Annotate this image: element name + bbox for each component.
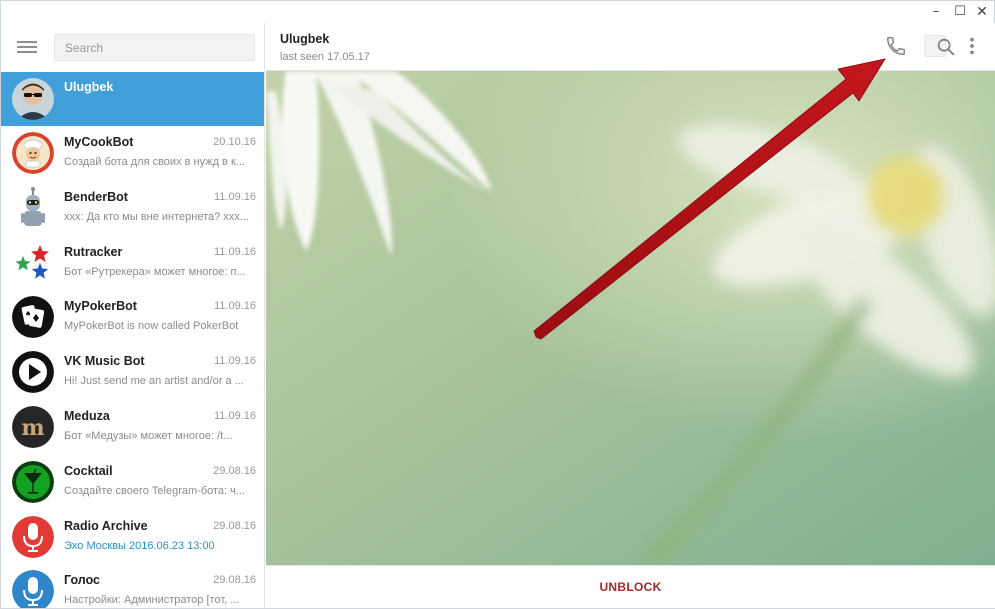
peer-status: last seen 17.05.17 — [280, 51, 370, 63]
unblock-button[interactable]: UNBLOCK — [599, 580, 661, 594]
chat-item-benderbot[interactable]: BenderBot 11.09.16 xxx: Да кто мы вне ин… — [1, 181, 264, 236]
microphone-blue-avatar — [12, 570, 54, 608]
chat-name: Cocktail — [64, 463, 113, 478]
chat-item-golos[interactable]: Голос 29.08.16 Настройки: Администратор … — [1, 564, 264, 608]
chat-preview: xxx: Да кто мы вне интернета? xxx... — [64, 210, 249, 223]
window-title-bar: – ☐ ✕ — [1, 1, 994, 23]
search-input[interactable] — [54, 34, 255, 61]
chat-date: 11.09.16 — [213, 409, 256, 422]
play-button-avatar — [12, 351, 54, 394]
maximize-button[interactable]: ☐ — [951, 3, 969, 21]
chat-preview: MyPokerBot is now called PokerBot — [64, 320, 239, 333]
chat-name: BenderBot — [64, 189, 128, 204]
chat-preview: Создай бота для своих в нужд в к... — [64, 156, 245, 168]
chat-date: 11.09.16 — [213, 300, 256, 313]
chat-item-mycookbot[interactable]: MyCookBot 20.10.16 Создай бота для своих… — [1, 126, 264, 181]
chat-header: Ulugbek last seen 17.05.17 — [266, 23, 995, 71]
chat-wallpaper — [266, 71, 995, 565]
chat-date: 20.10.16 — [213, 136, 256, 148]
chat-name: MyCookBot — [64, 135, 134, 149]
peer-name[interactable]: Ulugbek — [280, 32, 329, 46]
cook-bot-avatar — [12, 132, 54, 174]
chat-list: Ulugbek MyCookBot 20.10.16 Создай бота д… — [1, 72, 264, 608]
poker-cards-avatar: ♠ — [12, 296, 54, 339]
user-photo-avatar — [12, 78, 54, 120]
search-icon[interactable] — [924, 35, 955, 57]
cocktail-glass-avatar — [12, 460, 54, 503]
hamburger-menu-icon[interactable] — [17, 40, 37, 54]
daisy-wallpaper-image — [266, 71, 995, 565]
chat-preview: Эхо Москвы 2016.06.23 13:00 — [64, 539, 215, 552]
chat-preview: Настройки: Администратор [тот, ... — [64, 594, 240, 607]
minimize-button[interactable]: – — [927, 3, 945, 21]
chat-item-ulugbek[interactable]: Ulugbek — [1, 72, 264, 126]
phone-call-icon[interactable] — [885, 35, 907, 57]
chat-name: Meduza — [64, 408, 110, 423]
chat-date: 29.08.16 — [213, 464, 256, 477]
meduza-m-avatar: m — [12, 405, 54, 448]
more-vertical-icon[interactable] — [961, 35, 983, 57]
bender-robot-avatar — [12, 186, 54, 229]
chat-date: 11.09.16 — [213, 245, 256, 258]
chat-date: 29.08.16 — [213, 519, 256, 532]
chat-preview: Создайте своего Telegram-бота: ч... — [64, 484, 246, 497]
chat-preview: Бот «Медузы» может многое: /t... — [64, 429, 233, 442]
chat-name: VK Music Bot — [64, 354, 145, 369]
rutracker-stars-avatar — [12, 241, 54, 284]
chat-item-radio-archive[interactable]: Radio Archive 29.08.16 Эхо Москвы 2016.0… — [1, 510, 264, 565]
chat-date: 29.08.16 — [213, 574, 256, 587]
close-window-button[interactable]: ✕ — [973, 3, 991, 21]
sidebar: Ulugbek MyCookBot 20.10.16 — [1, 23, 265, 608]
chat-item-meduza[interactable]: m Meduza 11.09.16 Бот «Медузы» может мно… — [1, 400, 264, 455]
chat-item-cocktail[interactable]: Cocktail 29.08.16 Создайте своего Telegr… — [1, 455, 264, 510]
chat-item-vk-music-bot[interactable]: VK Music Bot 11.09.16 Hi! Just send me a… — [1, 345, 264, 400]
chat-name: Rutracker — [64, 244, 123, 259]
chat-date: 11.09.16 — [213, 355, 256, 368]
chat-name: Radio Archive — [64, 518, 148, 533]
chat-name: MyPokerBot — [64, 299, 137, 314]
chat-preview: Hi! Just send me an artist and/or a ... — [64, 375, 244, 388]
chat-date: 11.09.16 — [213, 190, 256, 203]
chat-name: Голос — [64, 573, 100, 588]
microphone-avatar — [12, 515, 54, 558]
chat-preview: Бот «Рутрекера» может многое: п... — [64, 265, 246, 278]
bottom-bar: UNBLOCK — [266, 565, 995, 608]
telegram-window: – ☐ ✕ Ulugbe — [0, 0, 995, 609]
chat-item-rutracker[interactable]: Rutracker 11.09.16 Бот «Рутрекера» может… — [1, 236, 264, 291]
svg-text:m: m — [21, 415, 44, 441]
chat-item-mypokerbot[interactable]: ♠ MyPokerBot 11.09.16 MyPokerBot is now … — [1, 290, 264, 345]
svg-text:♠: ♠ — [25, 310, 31, 318]
chat-name: Ulugbek — [64, 80, 114, 94]
